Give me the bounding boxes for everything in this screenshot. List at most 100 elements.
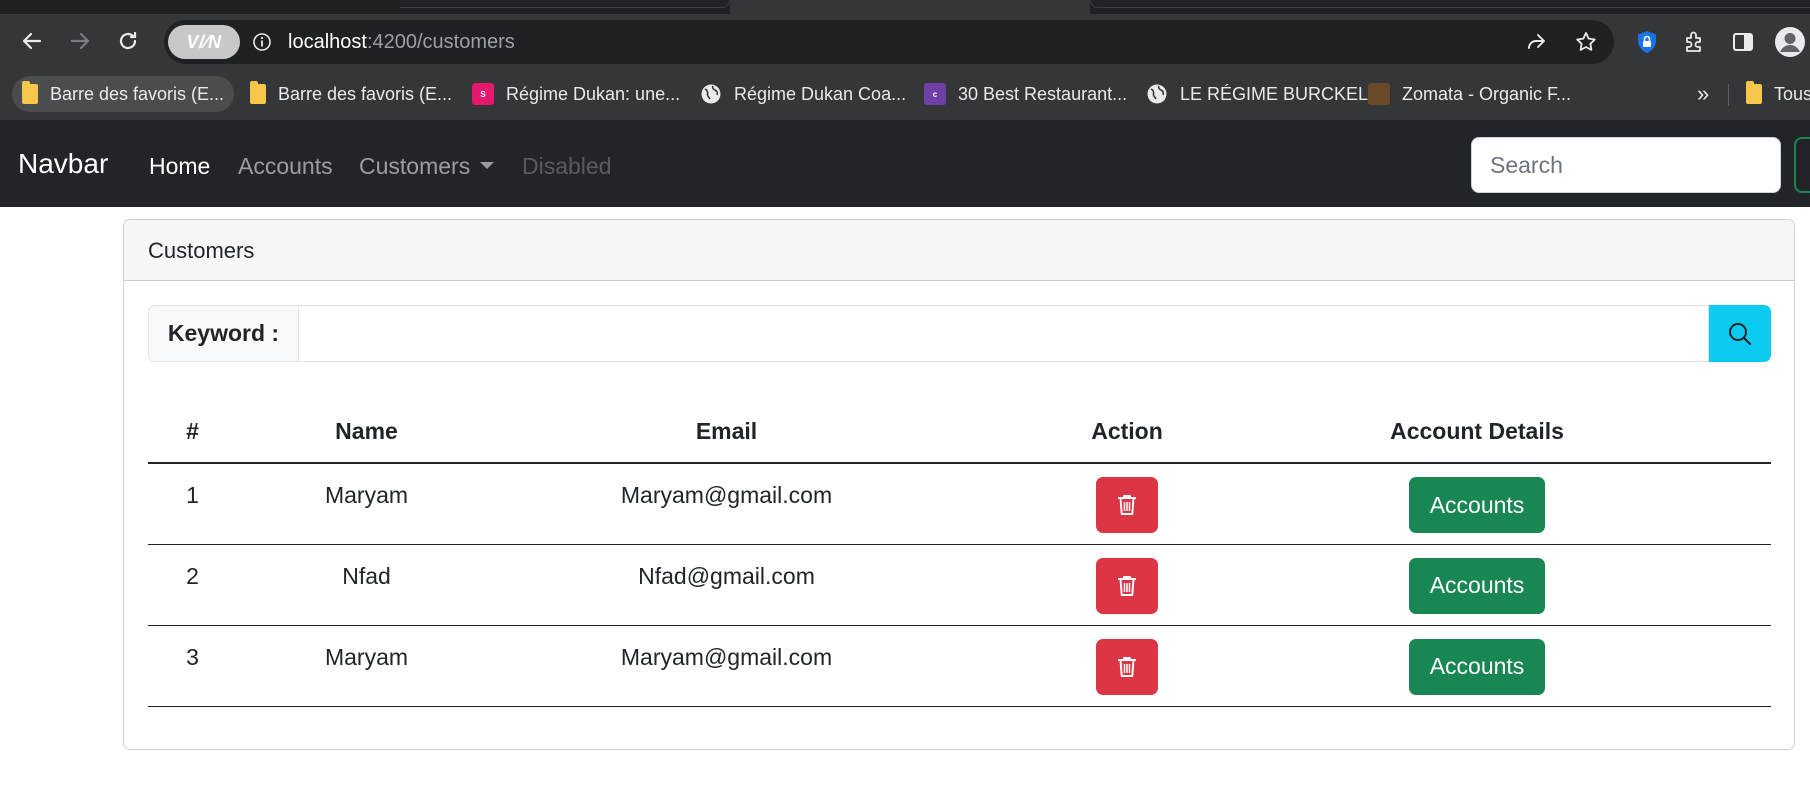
globe-icon bbox=[701, 84, 721, 104]
url-text[interactable]: localhost:4200/customers bbox=[288, 30, 515, 54]
cell-account-details: Accounts bbox=[1297, 625, 1657, 707]
bookmark-label: Barre des favoris (E... bbox=[50, 83, 225, 104]
nav-link-home[interactable]: Home bbox=[149, 152, 210, 180]
bookmark-label: 30 Best Restaurant... bbox=[958, 83, 1128, 104]
column-header-account-details: Account Details bbox=[1297, 400, 1657, 464]
accounts-button[interactable]: Accounts bbox=[1409, 638, 1545, 695]
cell-id: 1 bbox=[148, 463, 237, 545]
bookmark-label: Tous bbox=[1774, 83, 1810, 104]
delete-button[interactable] bbox=[1096, 557, 1158, 614]
bookmarks-overflow-button[interactable]: » bbox=[1697, 76, 1709, 112]
trash-icon bbox=[1118, 495, 1136, 515]
bookmark-item[interactable]: Tous bbox=[1746, 76, 1810, 112]
cell-id: 3 bbox=[148, 625, 237, 707]
bookmark-item[interactable]: c 30 Best Restaurant... bbox=[924, 76, 1127, 112]
browser-toolbar: V/⁄N localhost:4200/customers bbox=[0, 14, 1810, 68]
cell-email: Maryam@gmail.com bbox=[496, 463, 957, 545]
search-icon bbox=[1729, 322, 1752, 345]
nav-link-customers-label: Customers bbox=[359, 153, 471, 179]
trash-icon bbox=[1118, 656, 1136, 677]
password-manager-icon[interactable] bbox=[1634, 29, 1660, 55]
column-header-name: Name bbox=[237, 400, 496, 464]
folder-icon bbox=[250, 81, 266, 104]
delete-button[interactable] bbox=[1096, 477, 1158, 533]
browser-tab[interactable] bbox=[1090, 0, 1810, 8]
star-icon[interactable] bbox=[1574, 30, 1598, 54]
navbar-search-button[interactable] bbox=[1794, 137, 1810, 193]
url-path: :4200/customers bbox=[366, 31, 515, 53]
browser-tab[interactable] bbox=[400, 0, 730, 8]
colorlib-favicon: c bbox=[924, 83, 946, 105]
table-header-row: # Name Email Action Account Details bbox=[148, 400, 1771, 464]
cell-id: 2 bbox=[148, 544, 237, 626]
bookmarks-bar: Barre des favoris (E... Barre des favori… bbox=[0, 68, 1810, 120]
keyword-search-button[interactable] bbox=[1709, 305, 1771, 362]
keyword-search-group: Keyword : bbox=[148, 305, 1771, 362]
table-row: 1 Maryam Maryam@gmail.com Accounts bbox=[148, 463, 1771, 545]
nav-link-accounts[interactable]: Accounts bbox=[238, 152, 333, 180]
keyword-input[interactable] bbox=[298, 305, 1709, 362]
cell-action bbox=[957, 544, 1297, 626]
cell-action bbox=[957, 463, 1297, 545]
table-row: 3 Maryam Maryam@gmail.com Accounts bbox=[148, 625, 1771, 707]
customers-card: Customers Keyword : # Name Email Action … bbox=[123, 219, 1795, 750]
cell-name: Nfad bbox=[237, 544, 496, 626]
accounts-button[interactable]: Accounts bbox=[1409, 557, 1545, 614]
folder-icon bbox=[1746, 81, 1762, 104]
cell-spacer bbox=[1657, 544, 1771, 626]
bookmark-label: Régime Dukan: une... bbox=[506, 83, 681, 104]
accounts-button[interactable]: Accounts bbox=[1409, 477, 1545, 533]
folder-icon bbox=[22, 81, 38, 104]
address-bar[interactable]: V/⁄N localhost:4200/customers bbox=[164, 20, 1614, 64]
share-icon[interactable] bbox=[1524, 30, 1548, 54]
bookmark-label: LE RÉGIME BURCKEL bbox=[1180, 83, 1369, 104]
bookmark-item[interactable]: S Régime Dukan: une... bbox=[472, 76, 680, 112]
cell-email: Nfad@gmail.com bbox=[496, 544, 957, 626]
zomata-favicon bbox=[1368, 83, 1390, 105]
bookmark-item[interactable]: Régime Dukan Coa... bbox=[700, 76, 906, 112]
url-host: localhost bbox=[288, 31, 367, 53]
profile-avatar-icon[interactable] bbox=[1774, 26, 1806, 58]
sante-favicon: S bbox=[472, 83, 494, 105]
side-panel-icon[interactable] bbox=[1730, 29, 1756, 55]
browser-tab-strip bbox=[0, 0, 1810, 14]
cell-spacer bbox=[1657, 625, 1771, 707]
navbar-brand[interactable]: Navbar bbox=[18, 148, 108, 180]
vpn-badge[interactable]: V/⁄N bbox=[168, 25, 240, 59]
bookmark-label: Barre des favoris (E... bbox=[278, 83, 453, 104]
column-header-spacer bbox=[1657, 400, 1771, 464]
reload-icon[interactable] bbox=[110, 26, 146, 56]
bookmark-label: Régime Dukan Coa... bbox=[734, 83, 907, 104]
cell-email: Maryam@gmail.com bbox=[496, 625, 957, 707]
extensions-icon[interactable] bbox=[1682, 29, 1708, 55]
nav-link-customers-dropdown[interactable]: Customers bbox=[359, 152, 495, 180]
cell-name: Maryam bbox=[237, 625, 496, 707]
bookmark-item[interactable]: Barre des favoris (E... bbox=[12, 76, 235, 112]
customers-table: # Name Email Action Account Details 1 Ma… bbox=[148, 400, 1771, 707]
bookmark-item[interactable]: LE RÉGIME BURCKEL bbox=[1146, 76, 1368, 112]
keyword-label: Keyword : bbox=[148, 305, 298, 362]
cell-name: Maryam bbox=[237, 463, 496, 545]
column-header-email: Email bbox=[496, 400, 957, 464]
back-arrow-icon[interactable] bbox=[14, 26, 50, 56]
bookmark-item[interactable]: Barre des favoris (E... bbox=[250, 76, 452, 112]
navbar-search-input[interactable] bbox=[1471, 137, 1781, 193]
bookmark-item[interactable]: Zomata - Organic F... bbox=[1368, 76, 1571, 112]
cell-spacer bbox=[1657, 463, 1771, 545]
cell-action bbox=[957, 625, 1297, 707]
column-header-action: Action bbox=[957, 400, 1297, 464]
card-title: Customers bbox=[124, 220, 1794, 281]
info-icon[interactable] bbox=[252, 32, 272, 52]
column-header-id: # bbox=[148, 400, 237, 464]
browser-tab-active[interactable] bbox=[730, 0, 1090, 14]
app-navbar: Navbar Home Accounts Customers Disabled bbox=[0, 120, 1810, 207]
cell-account-details: Accounts bbox=[1297, 544, 1657, 626]
forward-arrow-icon[interactable] bbox=[62, 26, 98, 56]
table-row: 2 Nfad Nfad@gmail.com Accounts bbox=[148, 544, 1771, 626]
cell-account-details: Accounts bbox=[1297, 463, 1657, 545]
bookmark-label: Zomata - Organic F... bbox=[1402, 83, 1572, 104]
chevron-down-icon bbox=[480, 162, 495, 170]
nav-link-disabled: Disabled bbox=[522, 153, 612, 179]
globe-icon bbox=[1147, 84, 1167, 104]
delete-button[interactable] bbox=[1096, 638, 1158, 695]
